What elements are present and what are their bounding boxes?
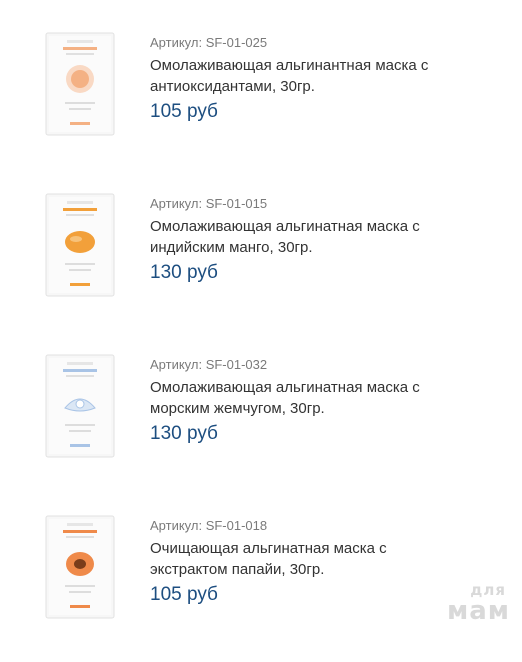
product-name-line: морским жемчугом, 30гр. <box>150 400 325 417</box>
product-info: Артикул: SF-01-015 Омолаживающая альгина… <box>150 196 490 284</box>
product-info: Артикул: SF-01-018 Очищающая альгинатная… <box>150 518 490 606</box>
mango-mask-package-icon[interactable] <box>45 193 115 297</box>
product-name-line: Омолаживающая альгинантная маска с <box>150 57 429 74</box>
product-name-link[interactable]: Омолаживающая альгинатная маска с индийс… <box>150 216 490 258</box>
product-sku: Артикул: SF-01-015 <box>150 196 268 211</box>
watermark-bottom-text: мам <box>446 596 510 626</box>
antioxidant-mask-package-icon[interactable] <box>45 32 115 136</box>
product-sku: Артикул: SF-01-032 <box>150 357 268 372</box>
product-name-link[interactable]: Омолаживающая альгинантная маска с антио… <box>150 55 490 97</box>
product-item: Артикул: SF-01-015 Омолаживающая альгина… <box>0 179 522 340</box>
product-item: Артикул: SF-01-025 Омолаживающая альгина… <box>0 18 522 179</box>
product-name-line: Омолаживающая альгинатная маска с <box>150 379 420 396</box>
product-name-line: экстрактом папайи, 30гр. <box>150 561 325 578</box>
product-item: Артикул: SF-01-018 Очищающая альгинатная… <box>0 501 522 662</box>
product-name-link[interactable]: Очищающая альгинатная маска с экстрактом… <box>150 538 490 580</box>
product-price: 130 руб <box>150 423 218 444</box>
product-name-line: антиоксидантами, 30гр. <box>150 78 315 95</box>
product-info: Артикул: SF-01-025 Омолаживающая альгина… <box>150 35 490 123</box>
product-name-line: Очищающая альгинатная маска с <box>150 540 387 557</box>
product-price: 130 руб <box>150 262 218 283</box>
pearl-mask-package-icon[interactable] <box>45 354 115 458</box>
product-sku: Артикул: SF-01-025 <box>150 35 268 50</box>
site-watermark: для мам <box>446 583 510 626</box>
product-name-line: Омолаживающая альгинатная маска с <box>150 218 420 235</box>
product-name-link[interactable]: Омолаживающая альгинатная маска с морски… <box>150 377 490 419</box>
product-price: 105 руб <box>150 584 218 605</box>
product-price: 105 руб <box>150 101 218 122</box>
product-name-line: индийским манго, 30гр. <box>150 239 313 256</box>
papaya-mask-package-icon[interactable] <box>45 515 115 619</box>
product-info: Артикул: SF-01-032 Омолаживающая альгина… <box>150 357 490 445</box>
product-sku: Артикул: SF-01-018 <box>150 518 268 533</box>
product-item: Артикул: SF-01-032 Омолаживающая альгина… <box>0 340 522 501</box>
